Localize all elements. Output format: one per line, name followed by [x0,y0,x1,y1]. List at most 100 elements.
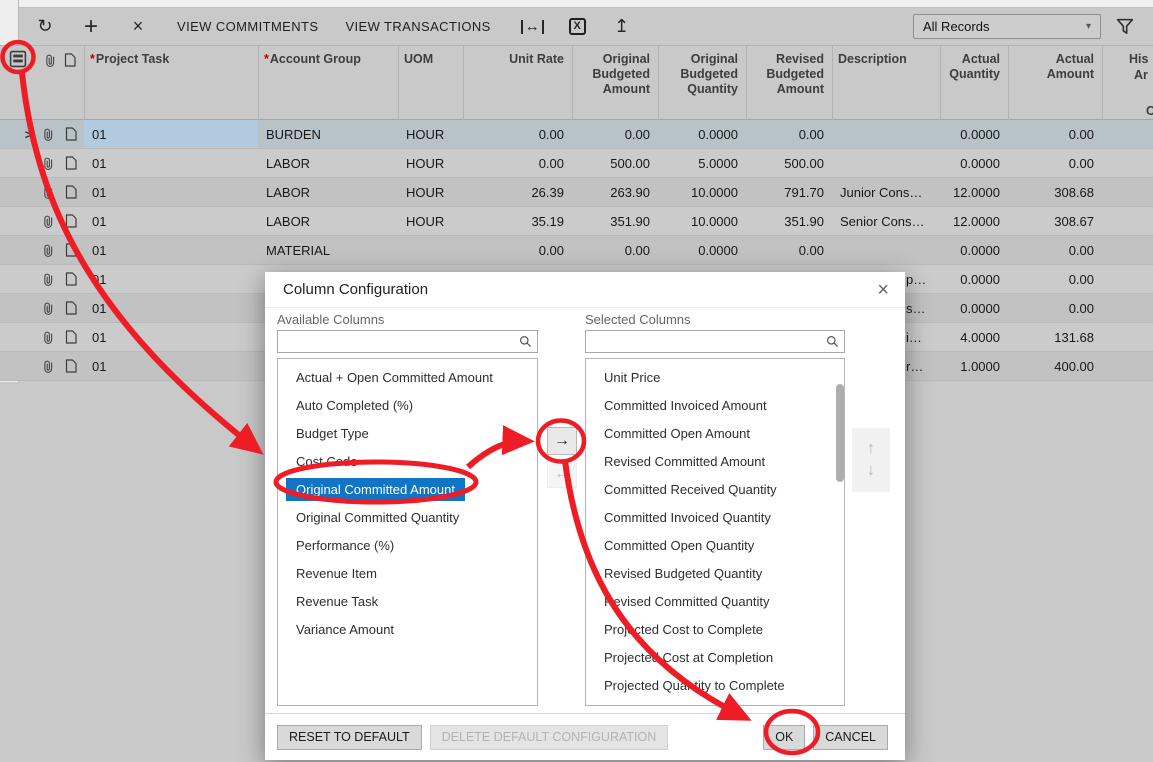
refresh-icon[interactable]: ↻ [33,16,57,37]
delete-row-icon[interactable]: × [126,16,150,37]
cell-uom[interactable] [398,236,463,264]
cell-orig-budg-amount[interactable]: 0.00 [572,120,658,148]
paperclip-icon[interactable] [38,236,58,264]
available-column-item[interactable]: Revenue Task [278,587,537,615]
selected-column-item[interactable]: Revised Budgeted Quantity [586,559,844,587]
ok-button[interactable]: OK [763,725,805,750]
column-header-orig_budg_qty[interactable]: Original Budgeted Quantity [658,46,746,121]
paperclip-icon[interactable] [38,352,58,380]
cell-account-group[interactable]: LABOR [258,178,398,206]
column-header-actual_qty[interactable]: Actual Quantity [940,46,1008,121]
cell-rev-budg-amount[interactable]: 351.90 [746,207,832,235]
cell-actual-amount[interactable]: 308.68 [1008,178,1102,206]
cell-actual-amount[interactable]: 0.00 [1008,294,1102,322]
cell-project-task[interactable]: 01 [84,294,258,322]
cell-actual-amount[interactable]: 0.00 [1008,236,1102,264]
selected-column-item[interactable]: Committed Open Amount [586,419,844,447]
note-icon[interactable] [58,207,84,235]
column-header-rev_budg_amount[interactable]: Revised Budgeted Amount [746,46,832,121]
cell-actual-qty[interactable]: 4.0000 [940,323,1008,351]
paperclip-icon[interactable] [38,149,58,177]
available-column-item[interactable]: Revenue Item [278,559,537,587]
cell-project-task[interactable]: 01 [84,120,258,148]
cell-project-task[interactable]: 01 [84,352,258,380]
paperclip-icon[interactable] [38,323,58,351]
cell-description[interactable] [832,149,940,177]
column-header-description[interactable]: Description [832,46,940,121]
cell-orig-budg-amount[interactable]: 263.90 [572,178,658,206]
cell-project-task[interactable]: 01 [84,323,258,351]
cell-project-task[interactable]: 01 [84,149,258,177]
add-row-icon[interactable]: + [78,13,104,41]
column-header-account_group[interactable]: *Account Group [258,46,398,121]
table-row[interactable]: 01MATERIAL0.000.000.00000.000.00000.00 [0,236,1153,265]
cell-actual-qty[interactable]: 12.0000 [940,207,1008,235]
cell-uom[interactable]: HOUR [398,120,463,148]
selected-column-item[interactable]: Projected Quantity at Completion [586,699,844,706]
selected-column-item[interactable]: Projected Quantity to Complete [586,671,844,699]
selected-search-input[interactable] [585,330,845,353]
cell-actual-amount[interactable]: 0.00 [1008,149,1102,177]
selected-column-item[interactable]: Revised Committed Quantity [586,587,844,615]
selected-column-item[interactable]: Revised Committed Amount [586,447,844,475]
selected-column-item[interactable]: Committed Invoiced Quantity [586,503,844,531]
column-header-orig_budg_amount[interactable]: Original Budgeted Amount [572,46,658,121]
table-row[interactable]: 01LABORHOUR0.00500.005.0000500.000.00000… [0,149,1153,178]
available-column-item[interactable]: Original Committed Quantity [278,503,537,531]
column-configuration-icon[interactable] [9,50,27,68]
column-header-unit_rate[interactable]: Unit Rate [463,46,572,121]
paperclip-icon[interactable] [38,120,58,148]
note-icon[interactable] [58,352,84,380]
available-search-input[interactable] [277,330,538,353]
cell-orig-budg-qty[interactable]: 5.0000 [658,149,746,177]
cell-actual-qty[interactable]: 12.0000 [940,178,1008,206]
cell-unit-rate[interactable]: 0.00 [463,236,572,264]
view-commitments-button[interactable]: VIEW COMMITMENTS [177,19,318,34]
cell-rev-budg-amount[interactable]: 0.00 [746,236,832,264]
cell-orig-budg-qty[interactable]: 10.0000 [658,207,746,235]
fit-width-icon[interactable]: ↔ [521,20,544,34]
cell-orig-budg-qty[interactable]: 0.0000 [658,120,746,148]
cell-project-task[interactable]: 01 [84,178,258,206]
close-icon[interactable]: × [873,280,893,300]
cell-account-group[interactable]: BURDEN [258,120,398,148]
selected-column-item[interactable]: Unit Price [586,363,844,391]
available-column-item[interactable]: Budget Type [278,419,537,447]
cell-unit-rate[interactable]: 35.19 [463,207,572,235]
paperclip-icon[interactable] [38,207,58,235]
cell-orig-budg-qty[interactable]: 10.0000 [658,178,746,206]
note-icon[interactable] [58,294,84,322]
table-row[interactable]: 01LABORHOUR35.19351.9010.0000351.90Senio… [0,207,1153,236]
move-left-button[interactable]: ← [547,460,577,488]
cell-uom[interactable]: HOUR [398,178,463,206]
cell-rev-budg-amount[interactable]: 791.70 [746,178,832,206]
selected-column-item[interactable]: Committed Received Quantity [586,475,844,503]
column-header-actual_amount[interactable]: Actual Amount [1008,46,1102,121]
cell-actual-qty[interactable]: 0.0000 [940,149,1008,177]
cell-actual-qty[interactable]: 0.0000 [940,236,1008,264]
column-header-his[interactable]: HisArC [1102,46,1153,121]
paperclip-icon[interactable] [38,178,58,206]
scrollbar-thumb[interactable] [836,384,844,482]
move-up-icon[interactable]: ↑ [867,441,875,457]
cell-project-task[interactable]: 01 [84,207,258,235]
table-row[interactable]: 01LABORHOUR26.39263.9010.0000791.70Junio… [0,178,1153,207]
cell-orig-budg-amount[interactable]: 0.00 [572,236,658,264]
cell-description[interactable] [832,120,940,148]
note-icon[interactable] [58,236,84,264]
selected-column-item[interactable]: Committed Invoiced Amount [586,391,844,419]
available-column-item[interactable]: Variance Amount [278,615,537,643]
cell-orig-budg-amount[interactable]: 351.90 [572,207,658,235]
cell-actual-qty[interactable]: 0.0000 [940,265,1008,293]
available-column-item[interactable]: Actual + Open Committed Amount [278,363,537,391]
paperclip-icon[interactable] [38,294,58,322]
cancel-button[interactable]: CANCEL [813,725,888,750]
cell-actual-amount[interactable]: 0.00 [1008,120,1102,148]
cell-actual-amount[interactable]: 400.00 [1008,352,1102,380]
cell-account-group[interactable]: MATERIAL [258,236,398,264]
selected-column-item[interactable]: Projected Cost to Complete [586,615,844,643]
cell-uom[interactable]: HOUR [398,207,463,235]
column-header-project_task[interactable]: *Project Task [84,46,258,121]
cell-actual-qty[interactable]: 0.0000 [940,120,1008,148]
reset-to-default-button[interactable]: RESET TO DEFAULT [277,725,422,750]
